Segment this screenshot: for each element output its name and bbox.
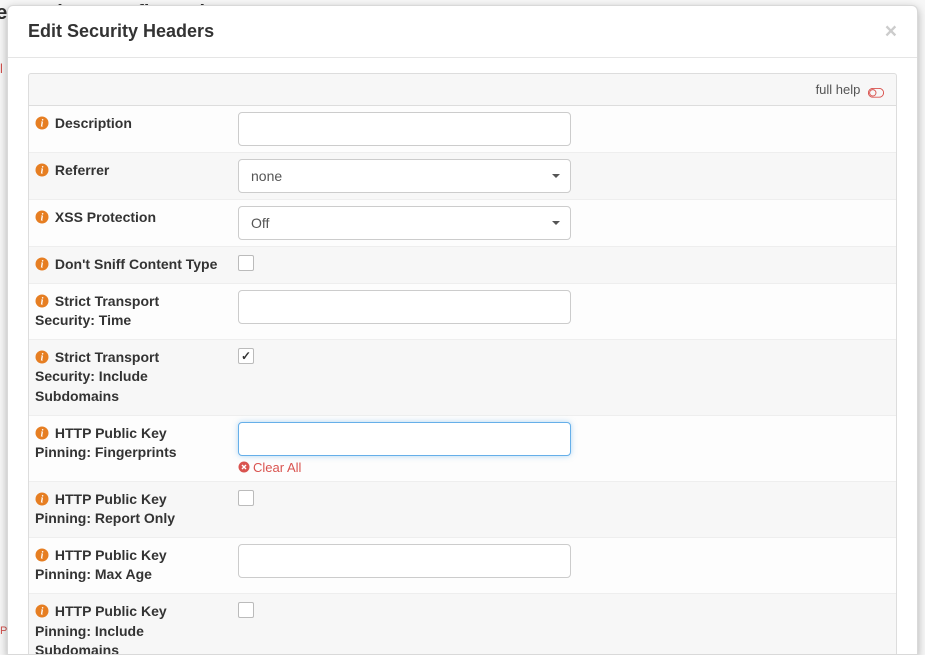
svg-text:i: i <box>41 352 44 363</box>
edit-security-headers-modal: Edit Security Headers × full help i Desc… <box>7 5 918 655</box>
svg-text:i: i <box>41 213 44 224</box>
modal-body: full help i Description i Referrer <box>8 58 917 654</box>
description-input[interactable] <box>238 112 571 146</box>
row-nosniff: i Don't Sniff Content Type <box>29 247 896 284</box>
info-icon[interactable]: i <box>35 210 49 224</box>
nosniff-checkbox[interactable] <box>238 255 254 271</box>
info-icon[interactable]: i <box>35 294 49 308</box>
hsts-sub-checkbox[interactable] <box>238 348 254 364</box>
full-help-label: full help <box>816 82 861 97</box>
row-hsts-sub: i Strict Transport Security: Include Sub… <box>29 340 896 416</box>
svg-text:i: i <box>41 166 44 177</box>
svg-text:i: i <box>41 296 44 307</box>
row-hpkp-report: i HTTP Public Key Pinning: Report Only <box>29 482 896 538</box>
hpkp-maxage-input[interactable] <box>238 544 571 578</box>
modal-header: Edit Security Headers × <box>8 6 917 58</box>
svg-text:i: i <box>41 494 44 505</box>
info-icon[interactable]: i <box>35 604 49 618</box>
xss-select[interactable]: Off <box>238 206 571 240</box>
info-icon[interactable]: i <box>35 350 49 364</box>
svg-text:i: i <box>41 119 44 130</box>
referrer-label: Referrer <box>55 162 109 178</box>
help-toggle-bar[interactable]: full help <box>28 73 897 106</box>
clear-all-button[interactable]: Clear All <box>238 460 888 475</box>
hsts-time-input[interactable] <box>238 290 571 324</box>
info-icon[interactable]: i <box>35 426 49 440</box>
svg-text:i: i <box>41 550 44 561</box>
xss-value: Off <box>251 215 269 231</box>
clear-all-label: Clear All <box>253 460 301 475</box>
row-xss: i XSS Protection Off <box>29 200 896 247</box>
svg-text:i: i <box>41 606 44 617</box>
svg-text:i: i <box>41 260 44 271</box>
row-description: i Description <box>29 106 896 153</box>
info-icon[interactable]: i <box>35 257 49 271</box>
hpkp-report-label: HTTP Public Key Pinning: Report Only <box>35 491 175 527</box>
description-label: Description <box>55 115 132 131</box>
close-button[interactable]: × <box>885 21 897 42</box>
svg-text:i: i <box>41 428 44 439</box>
row-referrer: i Referrer none <box>29 153 896 200</box>
row-hsts-time: i Strict Transport Security: Time <box>29 284 896 340</box>
caret-down-icon <box>552 221 560 225</box>
hpkp-maxage-label: HTTP Public Key Pinning: Max Age <box>35 547 167 583</box>
hpkp-report-checkbox[interactable] <box>238 490 254 506</box>
nosniff-label: Don't Sniff Content Type <box>55 256 218 272</box>
referrer-value: none <box>251 168 282 184</box>
toggle-off-icon <box>868 86 884 96</box>
hsts-time-label: Strict Transport Security: Time <box>35 293 159 329</box>
info-icon[interactable]: i <box>35 116 49 130</box>
caret-down-icon <box>552 174 560 178</box>
info-icon[interactable]: i <box>35 163 49 177</box>
form-table: i Description i Referrer none <box>28 106 897 654</box>
hpkp-sub-checkbox[interactable] <box>238 602 254 618</box>
referrer-select[interactable]: none <box>238 159 571 193</box>
row-hpkp-maxage: i HTTP Public Key Pinning: Max Age <box>29 538 896 594</box>
modal-title: Edit Security Headers <box>28 21 214 42</box>
row-hpkp-sub: i HTTP Public Key Pinning: Include Subdo… <box>29 594 896 654</box>
info-icon[interactable]: i <box>35 548 49 562</box>
xss-label: XSS Protection <box>55 209 156 225</box>
clear-icon <box>238 461 250 473</box>
hpkp-fp-input[interactable] <box>238 422 571 456</box>
hpkp-sub-label: HTTP Public Key Pinning: Include Subdoma… <box>35 603 167 654</box>
info-icon[interactable]: i <box>35 492 49 506</box>
hsts-sub-label: Strict Transport Security: Include Subdo… <box>35 349 159 404</box>
hpkp-fp-label: HTTP Public Key Pinning: Fingerprints <box>35 425 177 461</box>
row-hpkp-fp: i HTTP Public Key Pinning: Fingerprints … <box>29 416 896 482</box>
